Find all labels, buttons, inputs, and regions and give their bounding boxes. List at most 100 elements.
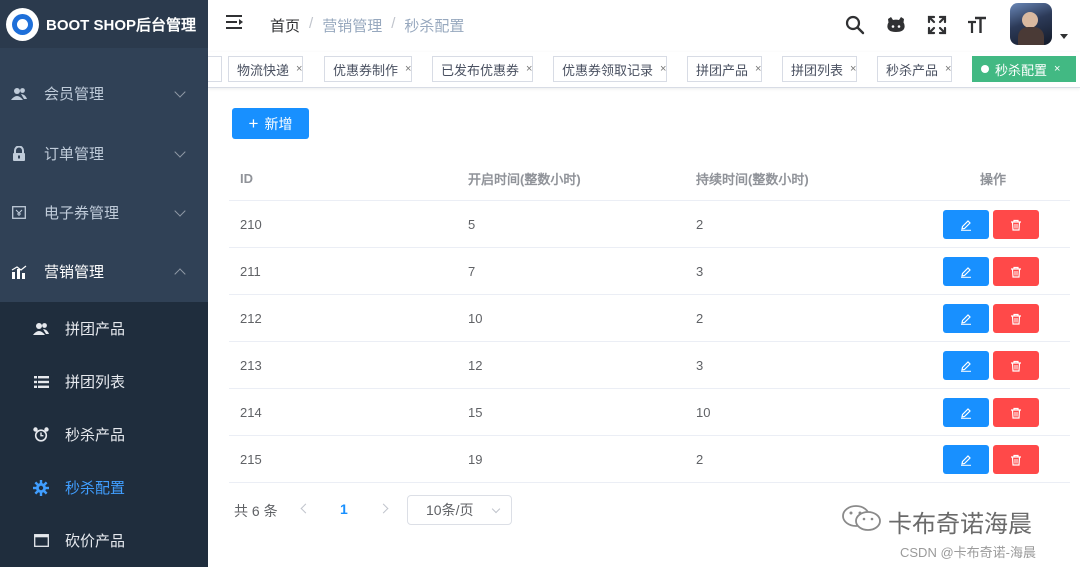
edit-icon [961,266,971,278]
chevron-down-icon [174,86,186,98]
table-body: 210 5 2 211 7 3 212 10 2 213 12 3 214 15 10 215 19 2 [229,201,1070,483]
menu-label: 营销管理 [44,264,105,281]
tag-item[interactable]: 已发布优惠券 × [432,56,534,82]
github-icon[interactable] [885,14,907,36]
menu-label: 电子券管理 [44,205,120,222]
trash-icon [1011,360,1021,372]
tag-item[interactable]: 秒杀产品 × [877,56,953,82]
close-icon[interactable]: × [660,63,666,75]
cell-id: 215 [240,451,262,467]
submenu-item-group-list[interactable]: 拼团列表 [0,355,208,408]
edit-button[interactable] [943,304,989,333]
close-icon[interactable]: × [755,63,761,75]
submenu-label: 拼团列表 [65,374,126,391]
edit-button[interactable] [943,257,989,286]
menu-order[interactable]: 订单管理 [0,124,208,183]
header-actions: 操作 [979,171,1006,187]
breadcrumb: 首页 / 营销管理 / 秒杀配置 [270,15,464,36]
tag-overflow[interactable] [208,56,222,82]
edit-button[interactable] [943,445,989,474]
sidebar: BOOT SHOP后台管理 会员管理 订单管理 电子券管理 营销管理 拼团产品 … [0,0,208,567]
add-button[interactable]: + 新增 [232,108,309,139]
tag-item-active[interactable]: 秒杀配置 × [972,56,1076,82]
tags-view: 物流快递 × 优惠券制作 × 已发布优惠券 × 优惠券领取记录 × 拼团产品 × 拼团列表… [208,52,1080,88]
menu-coupon[interactable]: 电子券管理 [0,183,208,242]
cell-start-time: 5 [468,216,476,232]
tag-item[interactable]: 优惠券领取记录 × [553,56,668,82]
cell-start-time: 12 [468,357,483,373]
close-icon[interactable]: × [405,63,411,75]
close-icon[interactable]: × [1054,63,1060,75]
delete-button[interactable] [993,445,1039,474]
submenu-label: 砍价产品 [65,533,126,550]
close-icon[interactable]: × [945,63,951,75]
tag-item[interactable]: 拼团列表 × [782,56,858,82]
close-icon[interactable]: × [296,63,302,75]
caret-down-icon[interactable] [1060,34,1068,39]
prev-page-icon[interactable] [300,503,311,514]
chevron-down-icon [174,146,186,158]
table-row: 215 19 2 [229,436,1070,483]
submenu-marketing: 拼团产品 拼团列表 秒杀产品 秒杀配置 砍价产品 [0,302,208,567]
delete-button[interactable] [993,351,1039,380]
delete-button[interactable] [993,398,1039,427]
submenu-item-seckill-config[interactable]: 秒杀配置 [0,461,208,514]
breadcrumb-home[interactable]: 首页 [270,15,300,36]
close-icon[interactable]: × [526,63,532,75]
tag-item[interactable]: 拼团产品 × [687,56,763,82]
page-number[interactable]: 1 [340,501,348,517]
cell-duration: 3 [696,263,704,279]
edit-icon [961,407,971,419]
table-row: 211 7 3 [229,248,1070,295]
seckill-config-table: ID 开启时间(整数小时) 持续时间(整数小时) 操作 210 5 2 211 7 3 21… [229,156,1070,483]
breadcrumb-separator: / [309,15,314,32]
users-icon [11,86,27,102]
menu-marketing[interactable]: 营销管理 [0,242,208,301]
delete-button[interactable] [993,304,1039,333]
tag-item[interactable]: 优惠券制作 × [324,56,413,82]
app-root: BOOT SHOP后台管理 会员管理 订单管理 电子券管理 营销管理 拼团产品 … [0,0,1080,567]
menu-label: 会员管理 [44,86,105,103]
close-icon[interactable]: × [850,63,856,75]
gear-icon [33,479,49,496]
edit-button[interactable] [943,210,989,239]
cell-id: 211 [240,263,261,279]
next-page-icon[interactable] [378,503,389,514]
table-row: 212 10 2 [229,295,1070,342]
avatar[interactable] [1010,3,1052,45]
menu-member[interactable]: 会员管理 [0,64,208,123]
list-icon [33,374,49,390]
edit-button[interactable] [943,351,989,380]
page-size-value: 10条/页 [426,502,474,518]
menu-label: 订单管理 [44,146,105,163]
fullscreen-icon[interactable] [926,14,948,36]
wechat-logo-icon [840,503,884,533]
plus-icon: + [248,114,259,133]
trash-icon [1011,454,1021,466]
submenu-label: 拼团产品 [65,321,126,338]
submenu-item-group-product[interactable]: 拼团产品 [0,302,208,355]
table-row: 214 15 10 [229,389,1070,436]
font-size-icon[interactable] [966,14,988,36]
trash-icon [1011,219,1021,231]
tag-item[interactable]: 物流快递 × [228,56,304,82]
hamburger-menu-icon[interactable] [226,15,244,31]
logo[interactable]: BOOT SHOP后台管理 [0,0,208,48]
submenu-item-seckill-product[interactable]: 秒杀产品 [0,408,208,461]
trash-icon [1011,407,1021,419]
submenu-item-bargain-product[interactable]: 砍价产品 [0,514,208,567]
edit-button[interactable] [943,398,989,427]
group-icon [33,321,49,337]
page-size-select[interactable]: 10条/页 [407,495,512,525]
cell-id: 214 [240,404,262,420]
delete-button[interactable] [993,257,1039,286]
search-icon[interactable] [844,14,866,36]
header-duration: 持续时间(整数小时) [696,171,809,187]
breadcrumb-separator: / [391,15,396,32]
submenu-label: 秒杀产品 [65,427,126,444]
cell-duration: 2 [696,216,704,232]
delete-button[interactable] [993,210,1039,239]
breadcrumb-marketing[interactable]: 营销管理 [322,15,382,36]
navbar: 首页 / 营销管理 / 秒杀配置 [208,0,1080,50]
add-button-label: 新增 [264,115,293,132]
